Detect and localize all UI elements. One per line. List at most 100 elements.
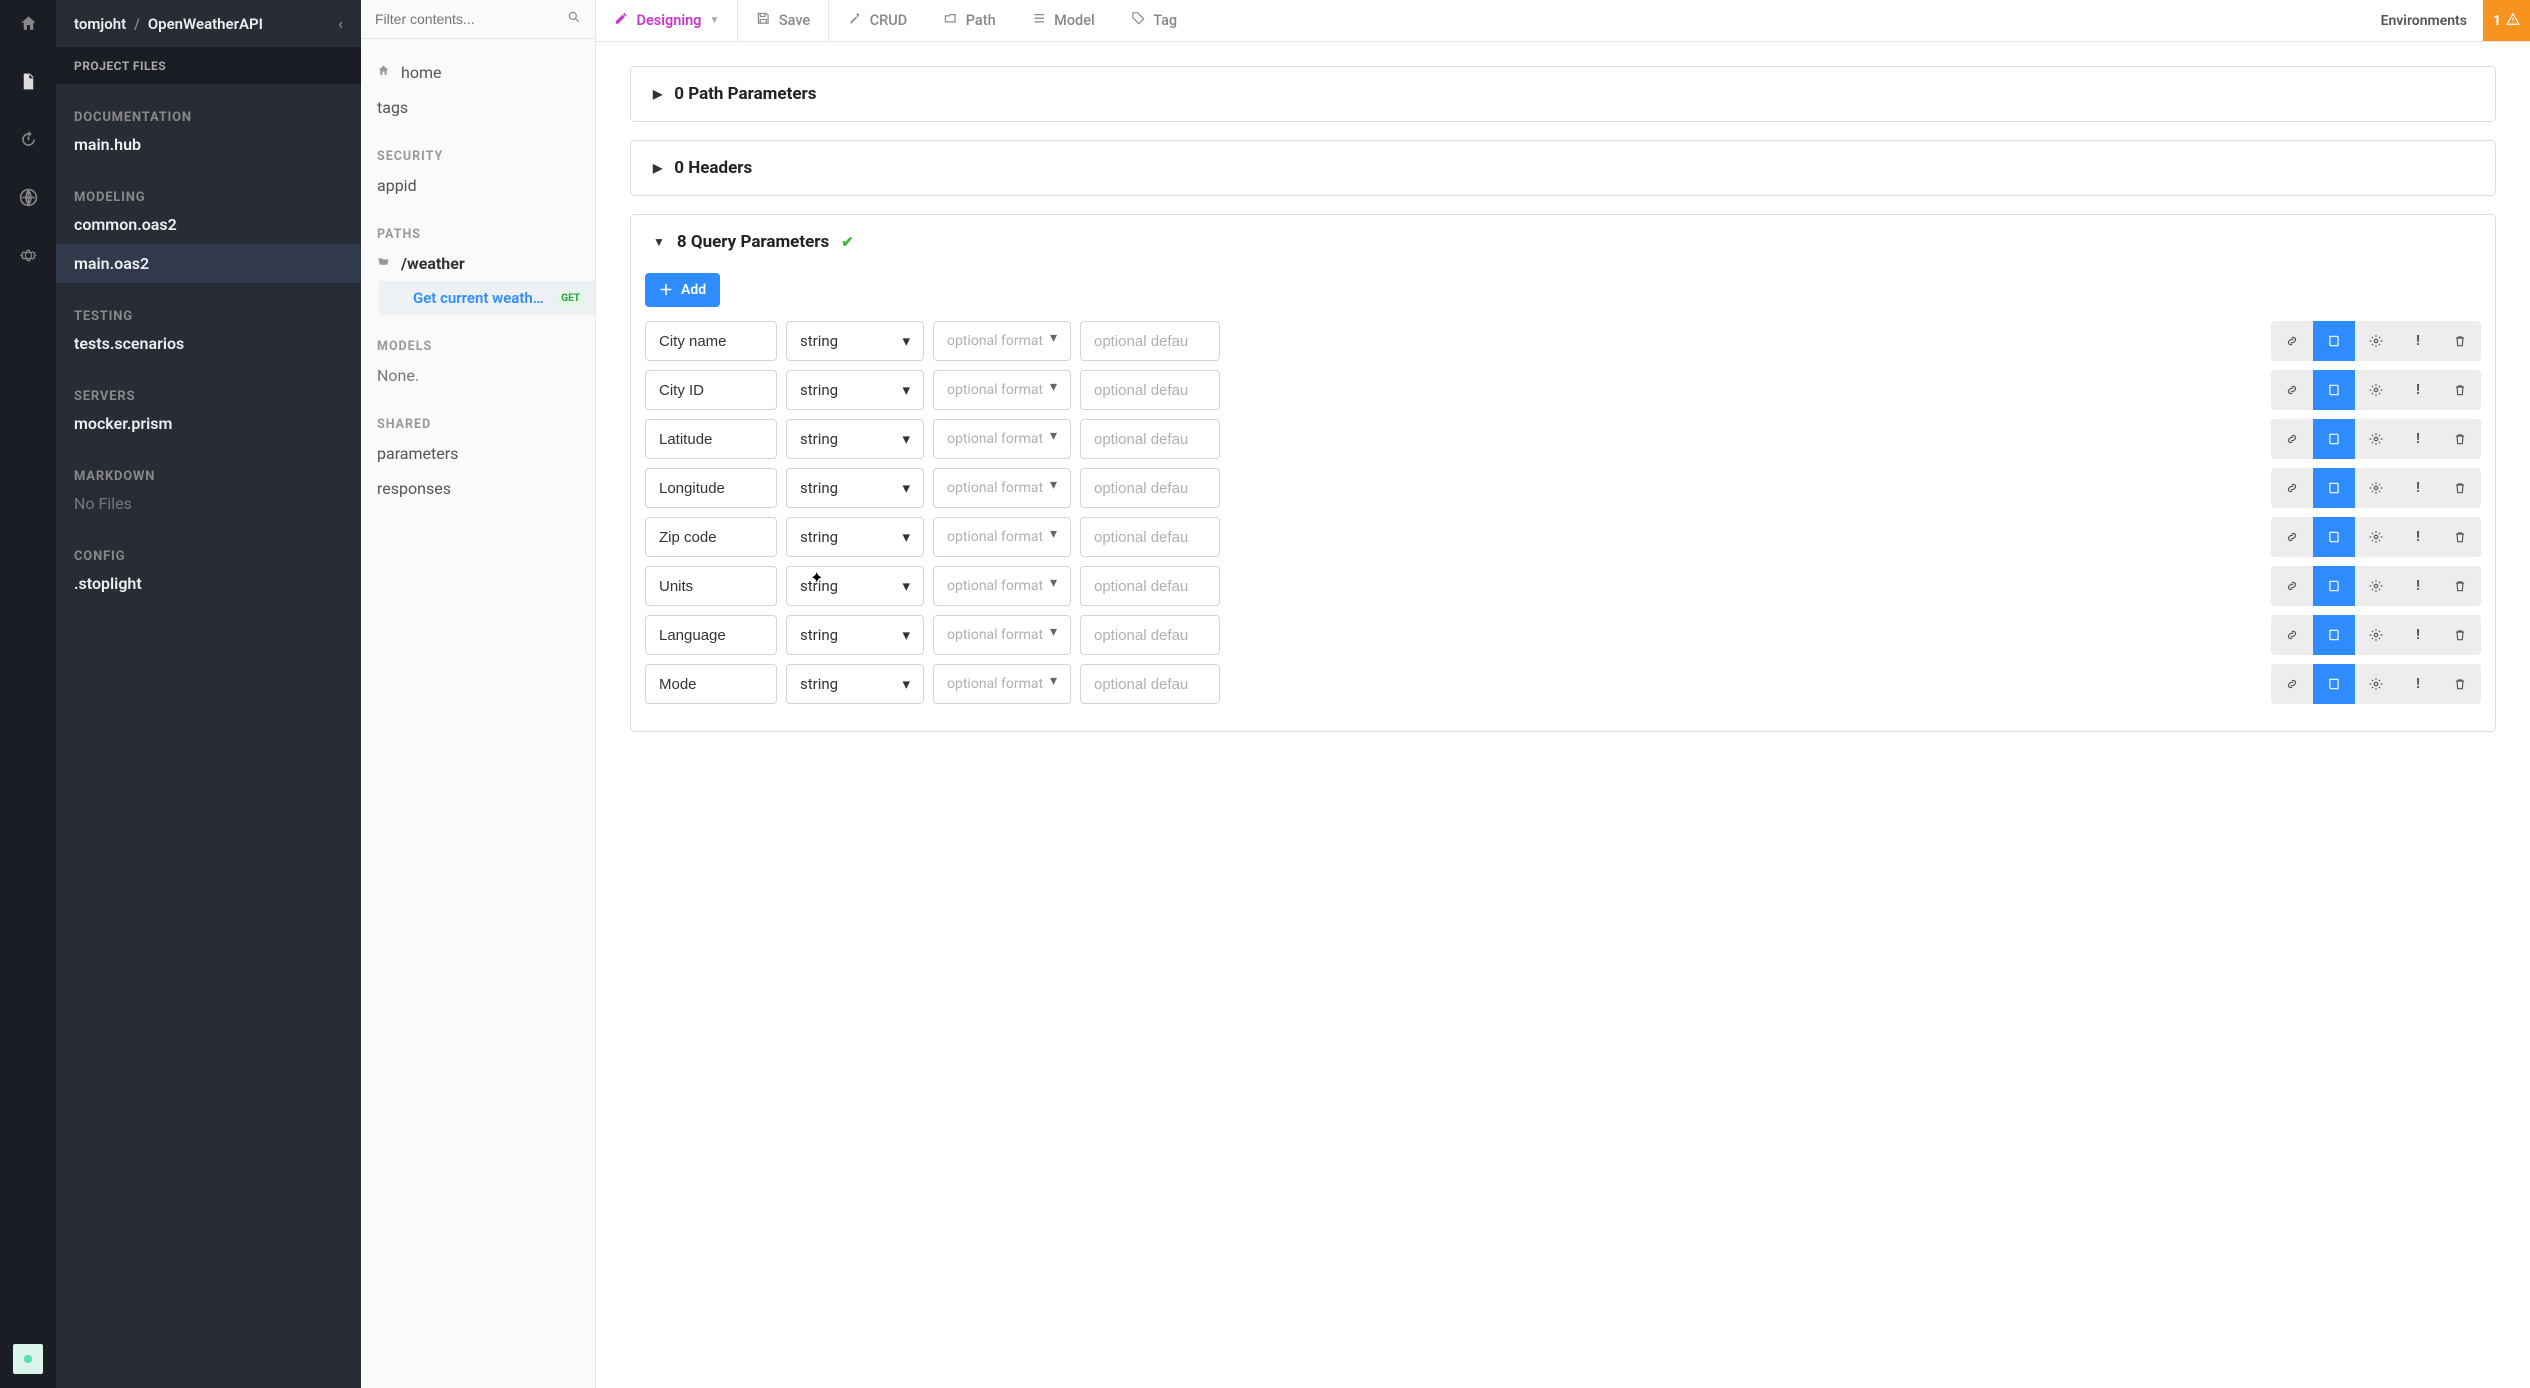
book-icon[interactable] [2313, 566, 2355, 606]
param-name-input[interactable] [645, 370, 777, 410]
param-type-select[interactable]: string▾ [786, 468, 924, 508]
param-name-input[interactable] [645, 468, 777, 508]
sidebar-file-item[interactable]: mocker.prism [56, 404, 361, 443]
query-parameters-toggle[interactable]: ▼ 8 Query Parameters ✔ [631, 215, 2495, 269]
required-icon[interactable]: ! [2397, 321, 2439, 361]
link-icon[interactable] [2271, 517, 2313, 557]
environments-button[interactable]: Environments [2365, 0, 2483, 41]
book-icon[interactable] [2313, 664, 2355, 704]
tag-button[interactable]: Tag [1113, 0, 1195, 41]
param-format-select[interactable]: optional format▾ [933, 468, 1071, 508]
sidebar-file-item[interactable]: .stoplight [56, 564, 361, 603]
sidebar-file-item[interactable]: common.oas2 [56, 205, 361, 244]
crud-button[interactable]: CRUD [829, 0, 925, 41]
param-type-select[interactable]: string▾ [786, 566, 924, 606]
shared-responses[interactable]: responses [377, 471, 579, 506]
content-scroll[interactable]: ▶ 0 Path Parameters ▶ 0 Headers ▼ 8 Quer… [596, 42, 2530, 1388]
param-format-select[interactable]: optional format▾ [933, 566, 1071, 606]
book-icon[interactable] [2313, 517, 2355, 557]
param-type-select[interactable]: string▾ [786, 419, 924, 459]
required-icon[interactable]: ! [2397, 419, 2439, 459]
param-default-input[interactable] [1080, 321, 1220, 361]
param-type-select[interactable]: string▾ [786, 517, 924, 557]
link-icon[interactable] [2271, 321, 2313, 361]
save-button[interactable]: Save [738, 0, 829, 41]
warnings-badge[interactable]: 1 [2483, 0, 2530, 41]
path-weather[interactable]: /weather [377, 246, 579, 281]
param-type-select[interactable]: string▾ [786, 370, 924, 410]
param-name-input[interactable] [645, 615, 777, 655]
required-icon[interactable]: ! [2397, 615, 2439, 655]
gear-icon[interactable] [2355, 419, 2397, 459]
trash-icon[interactable] [2439, 419, 2481, 459]
param-default-input[interactable] [1080, 517, 1220, 557]
gear-icon[interactable] [2355, 468, 2397, 508]
path-button[interactable]: Path [925, 0, 1013, 41]
required-icon[interactable]: ! [2397, 370, 2439, 410]
gear-icon[interactable] [2355, 321, 2397, 361]
book-icon[interactable] [2313, 615, 2355, 655]
headers-toggle[interactable]: ▶ 0 Headers [631, 141, 2495, 195]
file-icon[interactable] [19, 72, 38, 96]
required-icon[interactable]: ! [2397, 517, 2439, 557]
avatar[interactable] [13, 1344, 43, 1374]
param-type-select[interactable]: string▾ [786, 615, 924, 655]
sidebar-file-item[interactable]: main.hub [56, 125, 361, 164]
required-icon[interactable]: ! [2397, 566, 2439, 606]
required-icon[interactable]: ! [2397, 468, 2439, 508]
trash-icon[interactable] [2439, 370, 2481, 410]
param-default-input[interactable] [1080, 615, 1220, 655]
param-name-input[interactable] [645, 517, 777, 557]
param-name-input[interactable] [645, 419, 777, 459]
trash-icon[interactable] [2439, 468, 2481, 508]
link-icon[interactable] [2271, 566, 2313, 606]
param-format-select[interactable]: optional format▾ [933, 664, 1071, 704]
trash-icon[interactable] [2439, 566, 2481, 606]
globe-icon[interactable] [19, 188, 38, 212]
sidebar-file-item[interactable]: main.oas2 [56, 244, 361, 283]
book-icon[interactable] [2313, 321, 2355, 361]
param-default-input[interactable] [1080, 664, 1220, 704]
param-name-input[interactable] [645, 566, 777, 606]
filter-input[interactable] [375, 11, 567, 27]
link-icon[interactable] [2271, 615, 2313, 655]
param-format-select[interactable]: optional format▾ [933, 615, 1071, 655]
param-default-input[interactable] [1080, 419, 1220, 459]
trash-icon[interactable] [2439, 517, 2481, 557]
param-type-select[interactable]: string▾ [786, 664, 924, 704]
param-name-input[interactable] [645, 664, 777, 704]
chevron-left-icon[interactable]: ‹ [338, 14, 343, 33]
link-icon[interactable] [2271, 370, 2313, 410]
nav-tags[interactable]: tags [377, 90, 579, 125]
trash-icon[interactable] [2439, 664, 2481, 704]
param-format-select[interactable]: optional format▾ [933, 419, 1071, 459]
param-type-select[interactable]: string▾ [786, 321, 924, 361]
nav-home[interactable]: home [377, 55, 579, 90]
gear-icon[interactable] [2355, 517, 2397, 557]
trash-icon[interactable] [2439, 321, 2481, 361]
link-icon[interactable] [2271, 664, 2313, 704]
security-appid[interactable]: appid [377, 168, 579, 203]
link-icon[interactable] [2271, 419, 2313, 459]
book-icon[interactable] [2313, 419, 2355, 459]
param-format-select[interactable]: optional format▾ [933, 370, 1071, 410]
book-icon[interactable] [2313, 468, 2355, 508]
param-default-input[interactable] [1080, 370, 1220, 410]
required-icon[interactable]: ! [2397, 664, 2439, 704]
history-icon[interactable] [19, 130, 38, 154]
gear-icon[interactable] [2355, 566, 2397, 606]
model-button[interactable]: Model [1014, 0, 1113, 41]
book-icon[interactable] [2313, 370, 2355, 410]
path-parameters-toggle[interactable]: ▶ 0 Path Parameters [631, 67, 2495, 121]
param-format-select[interactable]: optional format▾ [933, 517, 1071, 557]
search-icon[interactable] [567, 10, 581, 28]
sidebar-file-item[interactable]: tests.scenarios [56, 324, 361, 363]
home-icon[interactable] [19, 14, 38, 38]
gear-icon[interactable] [2355, 664, 2397, 704]
endpoint-get-current-weather[interactable]: Get current weath… GET [379, 281, 595, 315]
gear-icon[interactable] [2355, 615, 2397, 655]
trash-icon[interactable] [2439, 615, 2481, 655]
designing-button[interactable]: Designing ▼ [596, 0, 738, 41]
param-format-select[interactable]: optional format▾ [933, 321, 1071, 361]
add-parameter-button[interactable]: ＋ Add [645, 273, 720, 307]
